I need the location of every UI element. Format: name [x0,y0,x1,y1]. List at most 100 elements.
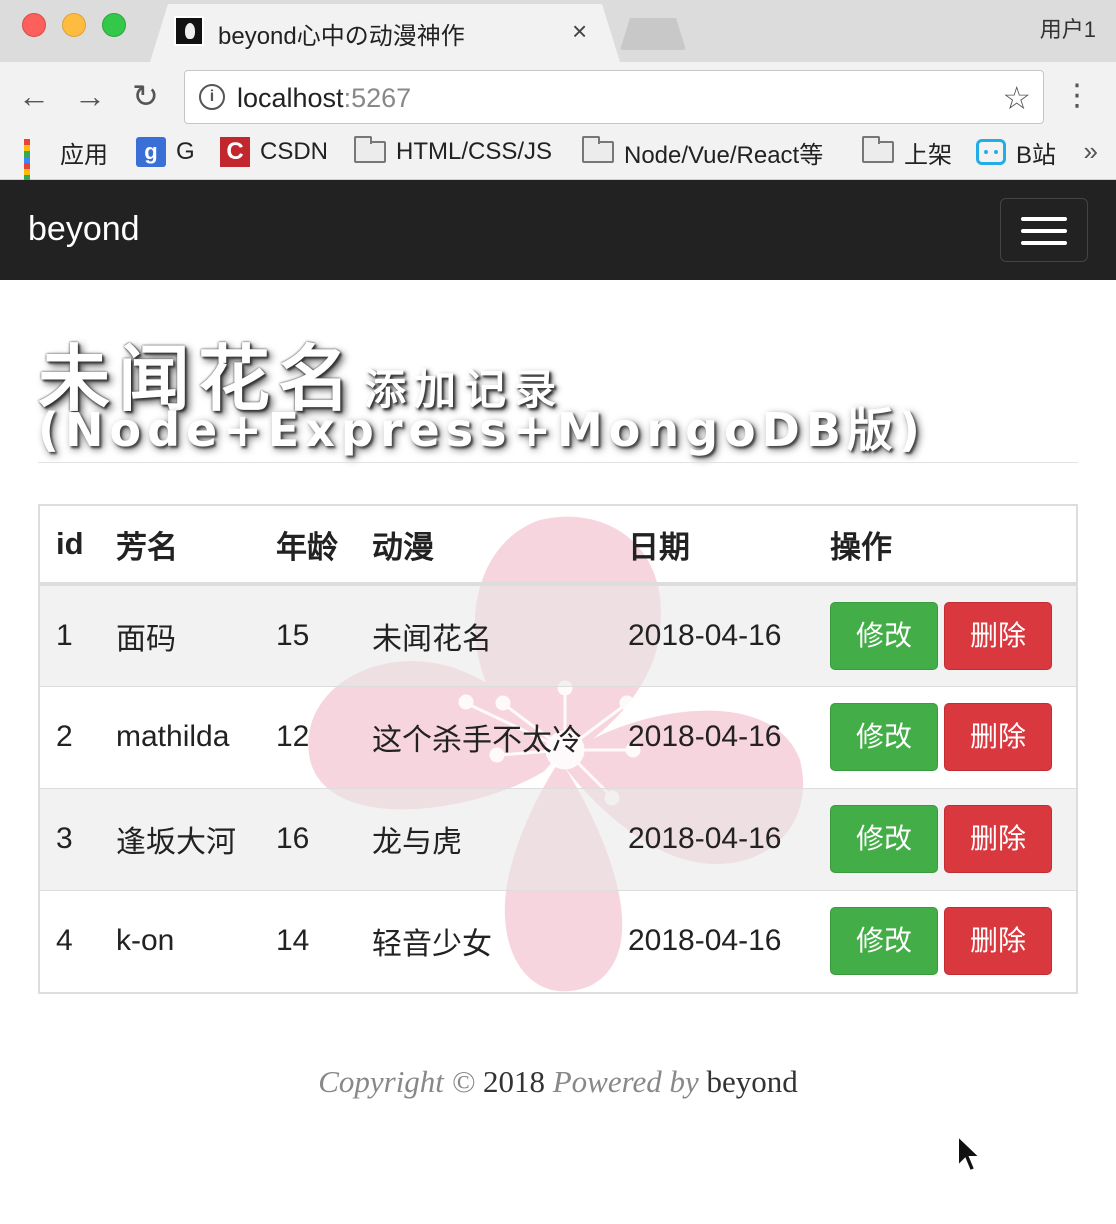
site-navbar: beyond [0,180,1116,280]
maximize-window-button[interactable] [102,13,126,37]
cell-name: k-on [116,924,175,958]
csdn-icon: C [220,137,250,167]
cell-anime: 龙与虎 [372,826,462,859]
navbar-brand[interactable]: beyond [28,210,140,249]
cell-age: 12 [276,720,310,753]
cell-name: mathilda [116,720,230,753]
cell-age: 15 [276,618,310,652]
bookmark-google[interactable]: g G [136,134,195,170]
page-title-version: (Node+Express+MongoDB版) [38,403,926,457]
close-window-button[interactable] [22,13,46,37]
bookmark-label: Node/Vue/React等 [624,141,824,169]
browser-toolbar: ← → ↻ i localhost:5267 ☆ ⋮ [0,62,1116,134]
cell-name: 逢坂大河 [116,826,236,859]
footer-year: 2018 [482,1064,545,1099]
cell-anime: 轻音少女 [372,928,492,962]
bookmark-apps[interactable]: 应用 [24,134,108,193]
header-anime: 动漫 [372,529,434,565]
navbar-toggle-button[interactable] [1000,198,1088,262]
header-id: id [56,526,84,561]
cell-date: 2018-04-16 [628,924,782,958]
table-row: 4 k-on 14 轻音少女 2018-04-16 修改 删除 [40,890,1076,992]
bookmark-folder-node[interactable]: Node/Vue/React等 [582,134,823,170]
heading-divider [38,462,1078,463]
cell-id: 2 [56,720,73,753]
cell-date: 2018-04-16 [628,822,782,855]
cell-age: 14 [276,924,310,958]
table-row: 2 mathilda 12 这个杀手不太冷 2018-04-16 修改 删除 [40,686,1076,788]
bookmark-label: G [176,138,195,165]
tab-close-icon[interactable]: × [572,16,587,46]
cell-anime: 未闻花名 [372,622,492,656]
forward-arrow-icon[interactable]: → [74,78,106,114]
profile-name[interactable]: 用户1 [1040,12,1096,44]
page-footer: Copyright © 2018 Powered by beyond [0,1064,1116,1100]
tab-favicon-icon [174,16,204,46]
reload-icon[interactable]: ↻ [132,78,159,114]
google-icon: g [136,137,166,167]
edit-button[interactable]: 修改 [830,805,938,873]
url-port: :5267 [343,83,412,113]
hamburger-line [1021,229,1067,233]
cell-date: 2018-04-16 [628,720,782,753]
bookmark-label: B站 [1016,141,1057,169]
header-age: 年龄 [276,529,338,565]
bookmark-star-icon[interactable]: ☆ [1002,79,1031,117]
delete-button[interactable]: 删除 [944,703,1052,771]
bookmark-label: HTML/CSS/JS [396,138,553,165]
footer-author: beyond [706,1064,798,1099]
bookmark-csdn[interactable]: C CSDN [220,134,328,170]
cell-id: 1 [56,618,73,652]
new-tab-button[interactable] [620,18,686,50]
header-name: 芳名 [116,529,178,565]
bookmark-bilibili[interactable]: B站 [976,134,1056,170]
delete-button[interactable]: 删除 [944,907,1052,976]
bookmark-label: 上架 [904,141,952,169]
delete-button[interactable]: 删除 [944,601,1052,670]
mouse-cursor-icon [957,1134,982,1173]
cell-date: 2018-04-16 [628,618,782,652]
cell-id: 4 [56,924,73,958]
footer-powered-by: Powered by [552,1064,699,1099]
records-table: id 芳名 年龄 动漫 日期 操作 1 面码 15 未闻花名 2018-04-1… [40,506,1076,992]
cell-actions: 修改 删除 [830,584,1076,686]
cell-age: 16 [276,822,310,855]
back-arrow-icon[interactable]: ← [18,78,50,114]
info-icon[interactable]: i [199,84,225,110]
records-table-container: id 芳名 年龄 动漫 日期 操作 1 面码 15 未闻花名 2018-04-1… [38,504,1078,994]
header-date: 日期 [628,529,690,565]
hamburger-line [1021,241,1067,245]
cell-anime: 这个杀手不太冷 [372,724,582,757]
minimize-window-button[interactable] [62,13,86,37]
edit-button[interactable]: 修改 [830,601,938,670]
bookmark-label: CSDN [260,138,329,165]
cell-actions: 修改 删除 [830,788,1076,890]
address-bar[interactable]: i localhost:5267 ☆ [184,70,1044,124]
table-row: 3 逢坂大河 16 龙与虎 2018-04-16 修改 删除 [40,788,1076,890]
apps-grid-icon [24,139,50,193]
hamburger-line [1021,217,1067,221]
bookmarks-overflow-icon[interactable]: » [1084,136,1098,167]
edit-button[interactable]: 修改 [830,907,938,976]
folder-icon [862,136,894,163]
browser-titlebar: beyond心中の动漫神作 × 用户1 [0,0,1116,62]
bilibili-icon [976,139,1006,165]
table-row: 1 面码 15 未闻花名 2018-04-16 修改 删除 [40,584,1076,686]
bookmark-label: 应用 [60,141,108,169]
folder-icon [582,136,614,163]
edit-button[interactable]: 修改 [830,703,938,771]
cell-id: 3 [56,822,73,855]
cell-actions: 修改 删除 [830,890,1076,992]
cell-actions: 修改 删除 [830,686,1076,788]
delete-button[interactable]: 删除 [944,805,1052,873]
browser-menu-icon[interactable]: ⋮ [1062,78,1092,114]
footer-copyright: Copyright © [318,1064,476,1099]
bookmark-folder-shangjia[interactable]: 上架 [862,134,952,170]
url-host: localhost [237,83,344,113]
folder-icon [354,136,386,163]
tab-title: beyond心中の动漫神作 [218,23,465,50]
bookmark-folder-html[interactable]: HTML/CSS/JS [354,134,552,170]
header-actions: 操作 [830,529,892,565]
bookmarks-bar: 应用 g G C CSDN HTML/CSS/JS Node/Vue/React… [0,134,1116,193]
url-text[interactable]: localhost:5267 [237,83,411,114]
